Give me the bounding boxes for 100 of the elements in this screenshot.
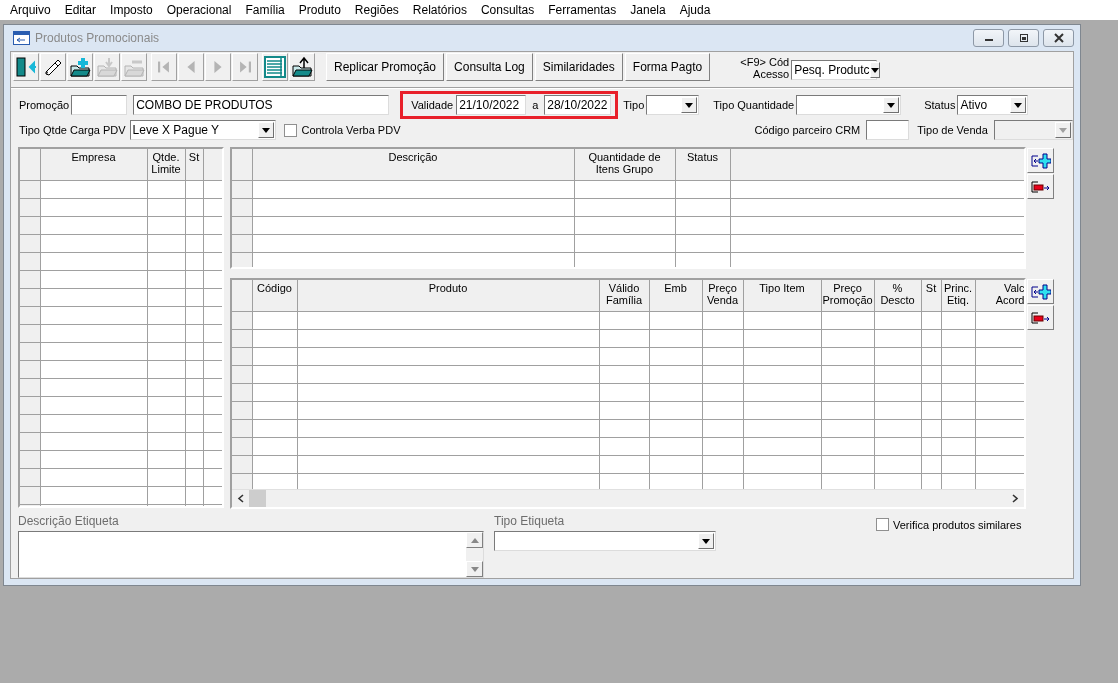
field-label: Tipo de Venda	[917, 124, 988, 136]
window-icon	[13, 31, 30, 45]
remove-row-button[interactable]	[1027, 305, 1054, 330]
add-row-icon	[1030, 152, 1051, 169]
field-label: Descrição Etiqueta	[18, 514, 120, 530]
column-header: Empresa	[70, 151, 117, 163]
toolbar-button[interactable]: Forma Pagto	[624, 53, 711, 81]
chevron-left-icon	[237, 494, 244, 503]
column-header: Qtde. Limite	[150, 151, 182, 175]
column-header: Código	[256, 282, 293, 294]
column-header: St	[187, 151, 201, 163]
caret-up-icon	[470, 537, 479, 543]
close-icon	[1052, 33, 1065, 43]
chevron-right-icon	[1012, 494, 1019, 503]
remove-row-icon	[1030, 178, 1051, 195]
menu-item[interactable]: Janela	[623, 3, 673, 17]
quantity-type-dropdown[interactable]	[796, 95, 902, 115]
checkbox-label: Verifica produtos similares	[893, 518, 1022, 531]
folder-plus-icon	[69, 56, 91, 78]
field-label: Tipo Qtde Carga PDV	[19, 124, 126, 136]
column-header: Tipo Item	[758, 282, 806, 294]
field-label: Tipo	[623, 99, 645, 111]
first-record-icon	[158, 61, 170, 73]
toolbar-button[interactable]: Consulta Log	[446, 53, 533, 81]
field-label: Código parceiro CRM	[754, 124, 861, 136]
last-record-icon	[239, 61, 251, 73]
column-header: Preço Venda	[705, 282, 740, 306]
menu-item[interactable]: Consultas	[473, 3, 542, 17]
column-header: Status	[685, 151, 720, 163]
folder-up-arrow-icon	[291, 56, 313, 78]
toolbar-button[interactable]: Replicar Promoção	[326, 53, 445, 81]
crm-partner-field[interactable]	[866, 120, 910, 140]
column-header: Valc Acord	[994, 282, 1024, 306]
add-button[interactable]	[67, 53, 93, 81]
column-header: St	[924, 282, 938, 294]
end-date-field[interactable]: 28/10/2022	[544, 95, 612, 115]
next-record-icon	[214, 61, 222, 73]
dropdown-button[interactable]	[883, 97, 900, 113]
type-dropdown[interactable]	[646, 95, 700, 115]
start-date-field[interactable]: 21/10/2022	[456, 95, 527, 115]
close-button[interactable]	[1043, 29, 1074, 47]
dropdown-button[interactable]	[258, 122, 275, 138]
menu-item[interactable]: Editar	[57, 3, 104, 17]
add-row-button[interactable]	[1027, 148, 1054, 173]
menu-item[interactable]: Arquivo	[3, 3, 58, 17]
scroll-down-button[interactable]	[466, 561, 483, 577]
minimize-button[interactable]	[973, 29, 1004, 47]
promotion-name-field[interactable]: COMBO DE PRODUTOS	[133, 95, 390, 115]
dropdown-button[interactable]	[1010, 97, 1027, 113]
promotion-code-field[interactable]	[71, 95, 128, 115]
checkbox-label: Controla Verba PDV	[301, 124, 401, 136]
dropdown-button[interactable]	[869, 62, 880, 78]
restore-icon	[1017, 33, 1030, 43]
dropdown-button[interactable]	[681, 97, 698, 113]
menu-item[interactable]: Ferramentas	[541, 3, 624, 17]
field-label: Status	[924, 99, 956, 111]
caret-icon	[870, 67, 879, 73]
field-label: Tipo Etiqueta	[494, 514, 566, 530]
column-header: Quantidade de Itens Grupo	[587, 151, 662, 175]
export-button[interactable]	[289, 53, 315, 81]
restore-button[interactable]	[1008, 29, 1039, 47]
checkbox[interactable]	[284, 123, 298, 137]
caret-icon	[887, 102, 896, 108]
door-arrow-icon	[15, 56, 37, 78]
edit-button[interactable]	[40, 53, 66, 81]
field-label: Tipo Quantidade	[713, 99, 795, 111]
grid-button[interactable]	[262, 53, 288, 81]
menu-item[interactable]: Relatórios	[405, 3, 474, 17]
menu-item[interactable]: Ajuda	[672, 3, 718, 17]
toolbar-button[interactable]: Similaridades	[534, 53, 623, 81]
add-row-icon	[1030, 283, 1051, 300]
menu-item[interactable]: Produto	[291, 3, 348, 17]
caret-icon	[702, 538, 710, 544]
caret-icon	[1059, 127, 1067, 133]
menu-item[interactable]: Regiões	[347, 3, 406, 17]
label-type-dropdown[interactable]	[494, 531, 716, 551]
exit-button[interactable]	[13, 53, 39, 81]
remove-row-button[interactable]	[1027, 174, 1054, 199]
folder-arrow-icon	[96, 56, 118, 78]
scroll-thumb[interactable]	[249, 490, 266, 507]
label-description-field[interactable]	[18, 531, 484, 578]
access-code-dropdown[interactable]: Pesq. Produtc	[791, 60, 878, 80]
scroll-up-button[interactable]	[466, 532, 483, 548]
window-title: Produtos Promocionais	[35, 31, 161, 45]
column-header: % Descto	[879, 282, 916, 306]
column-header: Preço Promoção	[822, 282, 873, 306]
spreadsheet-icon	[264, 56, 286, 78]
column-header: Válido Família	[604, 282, 644, 306]
menu-item[interactable]: Família	[238, 3, 292, 17]
date-separator: a	[532, 99, 539, 111]
menu-item[interactable]: Operacional	[159, 3, 239, 17]
load-type-dropdown[interactable]: Leve X Pague Y	[129, 120, 277, 140]
menu-item[interactable]: Imposto	[103, 3, 160, 17]
dropdown-button[interactable]	[698, 533, 714, 549]
access-code-label: <F9> Cód Acesso	[739, 56, 790, 80]
column-header: Emb	[663, 282, 688, 294]
remove-row-icon	[1030, 309, 1051, 326]
add-row-button[interactable]	[1027, 279, 1054, 304]
checkbox[interactable]	[876, 518, 889, 531]
status-dropdown[interactable]: Ativo	[957, 95, 1029, 115]
